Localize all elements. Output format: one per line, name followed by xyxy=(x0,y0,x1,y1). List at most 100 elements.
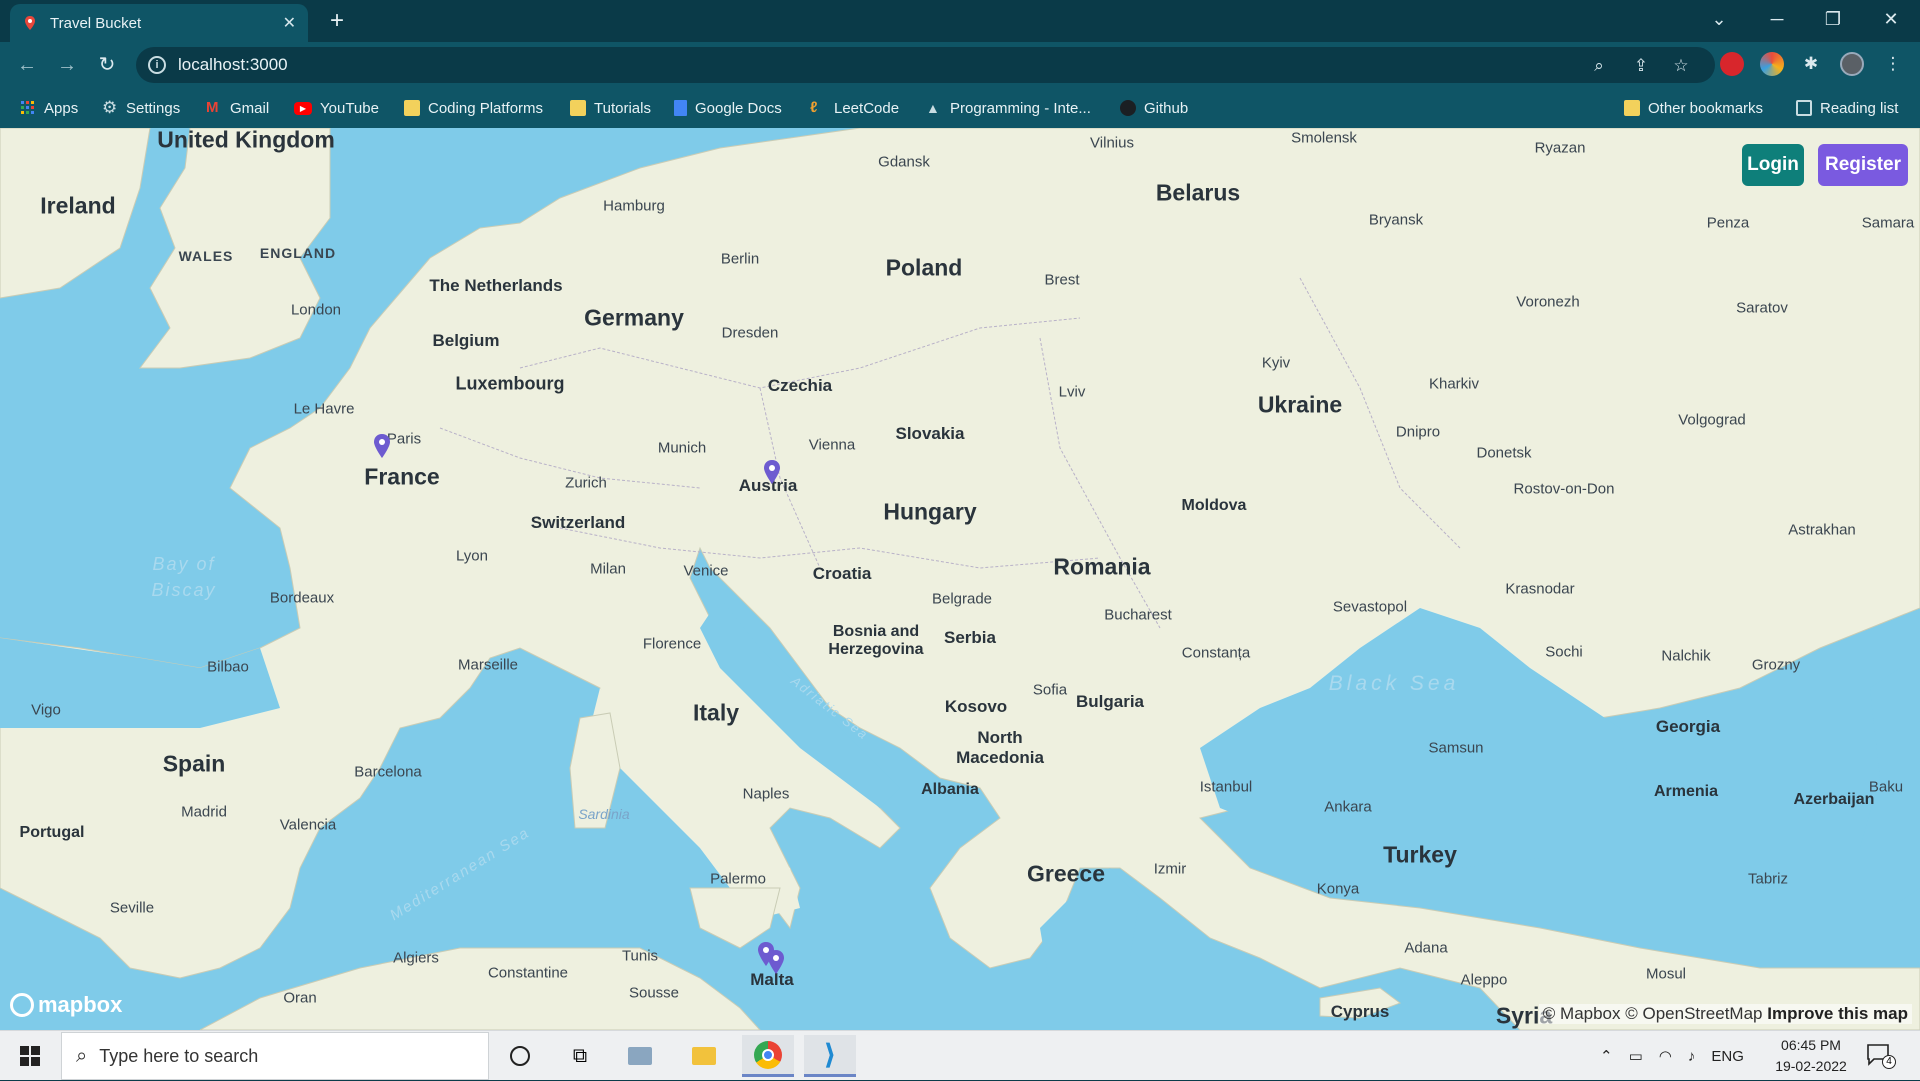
map-canvas[interactable]: United Kingdom Ireland The Netherlands B… xyxy=(0,128,1920,1030)
bookmark-label: Coding Platforms xyxy=(428,99,544,117)
bookmark-google-docs[interactable]: Google Docs xyxy=(674,96,782,120)
city-vigo: Vigo xyxy=(31,701,61,719)
bookmark-coding-platforms[interactable]: Coding Platforms xyxy=(404,96,543,120)
city-palermo: Palermo xyxy=(710,870,766,888)
label-cyprus: Cyprus xyxy=(1330,1002,1390,1021)
notifications-button[interactable]: 4 xyxy=(1866,1043,1896,1069)
extension-icon[interactable] xyxy=(1760,52,1784,76)
label-czechia: Czechia xyxy=(767,376,833,395)
bookmark-apps[interactable]: Apps xyxy=(20,96,78,120)
site-info-icon[interactable]: i xyxy=(148,56,166,74)
label-england: ENGLAND xyxy=(259,245,337,261)
bookmark-label: Tutorials xyxy=(594,99,651,117)
city-kyiv: Kyiv xyxy=(1261,354,1291,372)
reading-list[interactable]: Reading list xyxy=(1796,96,1898,120)
city-le-havre: Le Havre xyxy=(293,400,355,418)
city-paris: Paris xyxy=(386,430,422,448)
volume-icon[interactable]: ♪ xyxy=(1688,1048,1696,1065)
trip-marker-austria[interactable] xyxy=(763,460,781,484)
address-bar[interactable]: i localhost:3000 ⌕ ⇪ ☆ xyxy=(136,47,1715,83)
label-luxembourg: Luxembourg xyxy=(455,373,565,394)
bookmark-label: Google Docs xyxy=(695,99,782,117)
register-button[interactable]: Register xyxy=(1818,144,1908,186)
city-sochi: Sochi xyxy=(1545,643,1583,661)
windows-taskbar: ⌕ Type here to search ⧉ ⟩ ⌃ ▭ ◠ ♪ ENG 06… xyxy=(0,1030,1920,1080)
zoom-icon[interactable]: ⌕ xyxy=(1588,55,1610,77)
share-icon[interactable]: ⇪ xyxy=(1630,55,1652,77)
restore-button[interactable]: ❐ xyxy=(1808,0,1858,38)
city-mosul: Mosul xyxy=(1645,965,1687,983)
bookmark-label: Apps xyxy=(44,99,79,117)
city-sousse: Sousse xyxy=(628,984,680,1002)
battery-icon[interactable]: ▭ xyxy=(1629,1047,1643,1065)
file-explorer-icon[interactable] xyxy=(678,1035,730,1077)
label-netherlands: The Netherlands xyxy=(429,276,563,295)
back-button[interactable]: ← xyxy=(12,50,42,80)
bookmark-gmail[interactable]: M Gmail xyxy=(206,96,269,120)
forward-button[interactable]: → xyxy=(52,50,82,80)
mapbox-logo[interactable]: mapbox xyxy=(10,992,122,1018)
tab-search-icon[interactable]: ⌄ xyxy=(1694,0,1744,38)
bookmark-other[interactable]: Other bookmarks xyxy=(1624,96,1763,120)
bookmark-tutorials[interactable]: Tutorials xyxy=(570,96,651,120)
city-london: London xyxy=(290,301,342,319)
taskbar-search[interactable]: ⌕ Type here to search xyxy=(61,1032,489,1080)
city-vienna: Vienna xyxy=(808,436,856,454)
start-button[interactable] xyxy=(0,1031,60,1081)
city-sevastopol: Sevastopol xyxy=(1332,598,1408,616)
photos-app-icon[interactable] xyxy=(614,1035,666,1077)
new-tab-button[interactable]: + xyxy=(322,7,352,37)
city-berlin: Berlin xyxy=(720,250,760,268)
attribution-text[interactable]: © Mapbox © OpenStreetMap xyxy=(1543,1004,1763,1023)
city-bilbao: Bilbao xyxy=(207,658,249,676)
tray-expand-icon[interactable]: ⌃ xyxy=(1600,1047,1613,1065)
bookmark-youtube[interactable]: ▶ YouTube xyxy=(294,96,379,120)
task-view-icon[interactable]: ⧉ xyxy=(554,1035,606,1077)
search-icon: ⌕ xyxy=(76,1044,88,1067)
city-zurich: Zurich xyxy=(565,474,607,492)
folder-icon xyxy=(404,100,420,116)
login-button[interactable]: Login xyxy=(1742,144,1804,186)
city-saratov: Saratov xyxy=(1736,299,1788,317)
clock[interactable]: 06:45 PM 19-02-2022 xyxy=(1770,1035,1852,1077)
vscode-icon[interactable]: ⟩ xyxy=(804,1035,856,1077)
label-turkey: Turkey xyxy=(1383,841,1457,868)
city-bryansk: Bryansk xyxy=(1368,211,1424,229)
chrome-taskbar-icon[interactable] xyxy=(742,1035,794,1077)
bookmark-star-icon[interactable]: ☆ xyxy=(1670,55,1692,77)
github-icon xyxy=(1120,100,1136,116)
city-istanbul: Istanbul xyxy=(1199,778,1253,796)
label-united-kingdom: United Kingdom xyxy=(157,128,335,153)
trip-marker-sicily-2[interactable] xyxy=(767,950,785,974)
minimize-button[interactable]: ─ xyxy=(1752,0,1802,38)
city-samsun: Samsun xyxy=(1428,739,1484,757)
language-indicator[interactable]: ENG xyxy=(1711,1048,1744,1065)
close-window-button[interactable]: ✕ xyxy=(1866,0,1916,38)
extension-icon[interactable] xyxy=(1720,52,1744,76)
extensions-puzzle-icon[interactable]: ✱ xyxy=(1800,53,1822,75)
city-marseille: Marseille xyxy=(457,656,519,674)
city-brest: Brest xyxy=(1044,271,1080,289)
wifi-icon[interactable]: ◠ xyxy=(1659,1047,1672,1065)
mapbox-logo-icon xyxy=(10,993,34,1017)
island-sardinia: Sardinia xyxy=(578,806,630,822)
city-samara: Samara xyxy=(1861,214,1915,232)
bookmark-programming[interactable]: ▲ Programming - Inte... xyxy=(926,96,1091,120)
city-bucharest: Bucharest xyxy=(1104,606,1172,624)
city-florence: Florence xyxy=(642,635,702,653)
bookmark-leetcode[interactable]: ℓ LeetCode xyxy=(810,96,899,120)
tab-travel-bucket[interactable]: Travel Bucket ✕ xyxy=(10,4,308,42)
bookmark-settings[interactable]: ⚙ Settings xyxy=(102,96,180,120)
profile-avatar[interactable] xyxy=(1840,52,1864,76)
city-sofia: Sofia xyxy=(1032,681,1068,699)
bookmark-github[interactable]: Github xyxy=(1120,96,1188,120)
trip-marker-paris[interactable] xyxy=(373,434,391,458)
menu-kebab-icon[interactable]: ⋮ xyxy=(1882,53,1904,75)
improve-map-link[interactable]: Improve this map xyxy=(1767,1004,1908,1023)
label-bulgaria: Bulgaria xyxy=(1075,692,1145,711)
tab-close-icon[interactable]: ✕ xyxy=(283,13,296,33)
label-croatia: Croatia xyxy=(812,564,872,583)
cortana-icon[interactable] xyxy=(494,1035,546,1077)
reload-button[interactable]: ↻ xyxy=(92,50,122,80)
city-barcelona: Barcelona xyxy=(354,763,422,781)
